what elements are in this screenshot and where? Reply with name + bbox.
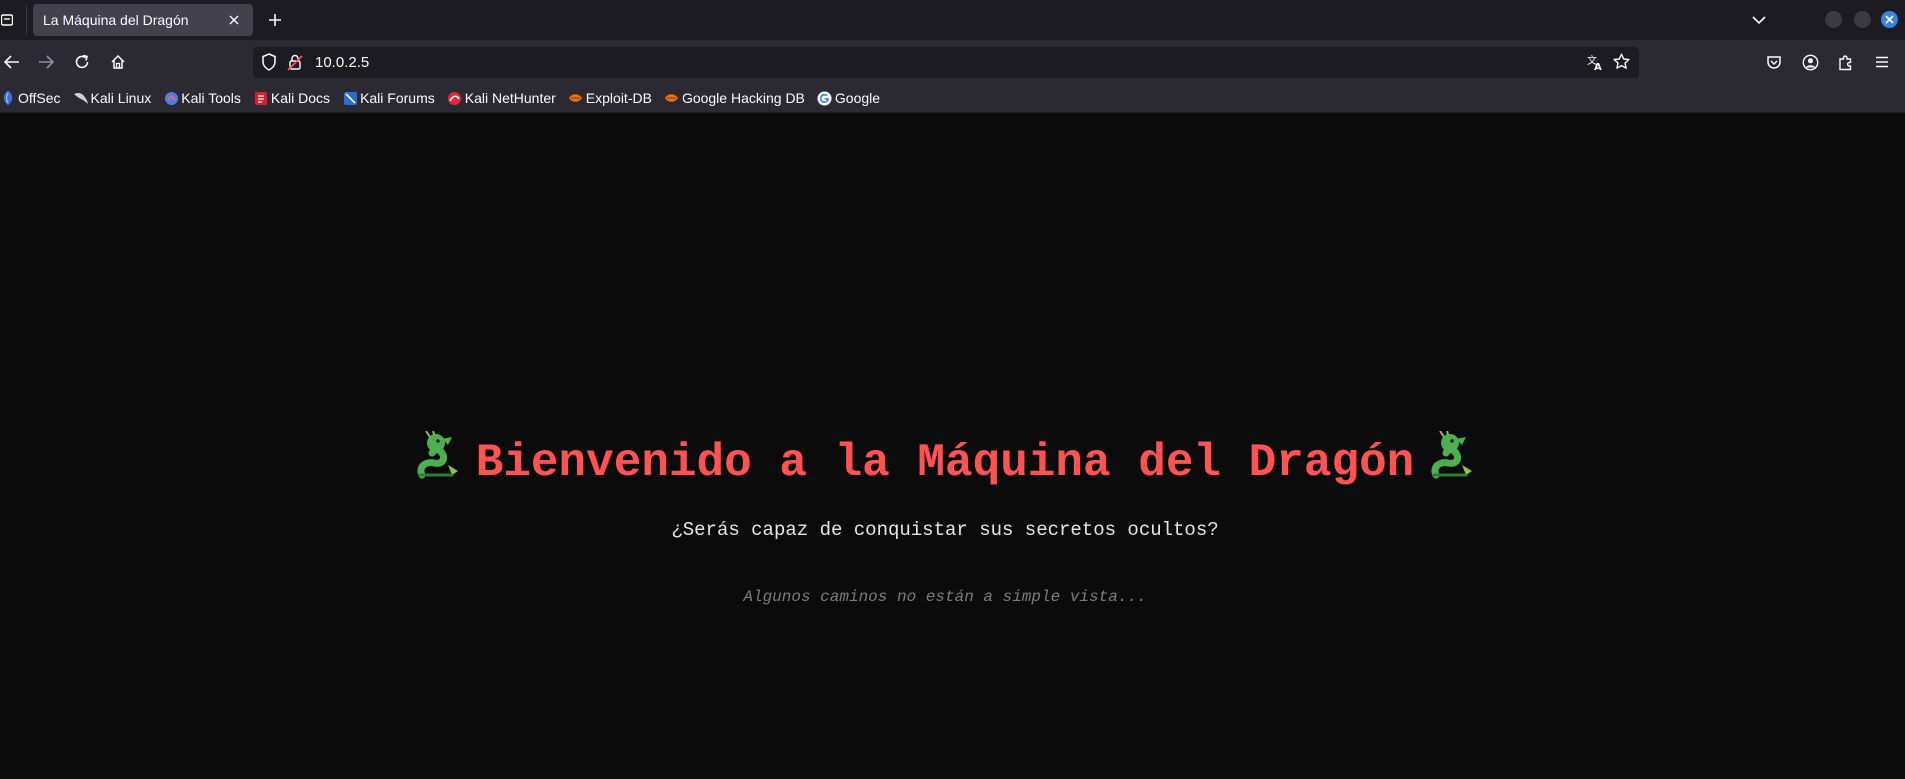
nethunter-icon <box>447 90 463 106</box>
bookmark-label: Kali Docs <box>270 90 331 106</box>
tab-separator <box>26 6 27 34</box>
dragon-icon <box>1426 429 1478 497</box>
bookmark-label: Google <box>834 90 881 106</box>
minimize-button[interactable] <box>1825 11 1842 28</box>
dragon-icon <box>412 429 464 497</box>
forward-arrow-icon[interactable] <box>34 50 58 74</box>
url-text[interactable]: 10.0.2.5 <box>315 54 369 71</box>
bookmark-google-hacking-db[interactable]: Google Hacking DB <box>664 86 810 110</box>
bookmark-label: Kali Forums <box>360 90 435 106</box>
lock-warning-icon[interactable] <box>287 53 303 76</box>
page-heading-text: Bienvenido a la Máquina del Dragón <box>475 437 1415 489</box>
bookmark-google[interactable]: Google <box>817 86 885 110</box>
bookmark-kali-tools[interactable]: Kali Tools <box>163 86 246 110</box>
shield-icon[interactable] <box>261 53 277 76</box>
kali-tools-icon <box>163 90 179 106</box>
bookmark-kali-docs[interactable]: Kali Docs <box>253 86 335 110</box>
bookmark-label: Google Hacking DB <box>681 90 805 106</box>
new-tab-button[interactable] <box>264 9 286 31</box>
translate-icon[interactable]: 文A <box>1586 53 1604 76</box>
reload-icon[interactable] <box>70 50 94 74</box>
url-bar[interactable]: 10.0.2.5 文A <box>253 47 1639 78</box>
bookmark-offsec[interactable]: OffSec <box>0 86 66 110</box>
menu-icon[interactable] <box>1870 50 1894 74</box>
bookmark-label: OffSec <box>18 90 61 106</box>
bookmark-label: Kali Tools <box>181 90 241 106</box>
hidden-path-hint: Algunos caminos no están a simple vista.… <box>743 588 1147 606</box>
bookmark-kali-forums[interactable]: Kali Forums <box>342 86 440 110</box>
list-all-tabs-button[interactable] <box>1748 9 1770 31</box>
account-icon[interactable] <box>1798 50 1822 74</box>
back-arrow-icon[interactable] <box>0 50 24 74</box>
bookmark-kali-nethunter[interactable]: Kali NetHunter <box>447 86 561 110</box>
bookmark-kali-linux[interactable]: Kali Linux <box>73 86 157 110</box>
maximize-button[interactable] <box>1854 11 1871 28</box>
bookmarks-toolbar: OffSec Kali Linux Kali Tools Kali Docs K… <box>0 84 1905 113</box>
tab-title: La Máquina del Dragón <box>43 12 189 28</box>
google-icon <box>817 90 833 106</box>
window-close-button[interactable] <box>1881 11 1898 28</box>
chevron-down-icon <box>1752 15 1766 24</box>
active-tab[interactable]: La Máquina del Dragón <box>33 4 253 36</box>
close-icon <box>1885 15 1894 24</box>
ghdb-icon <box>664 90 680 106</box>
bookmark-exploit-db[interactable]: Exploit-DB <box>568 86 657 110</box>
page-content: Bienvenido a la Máquina del Dragón ¿Será… <box>0 113 1905 779</box>
tab-strip: La Máquina del Dragón <box>0 0 1905 40</box>
bookmark-label: Kali Linux <box>90 90 152 106</box>
kali-dragon-icon <box>73 90 89 106</box>
page-subtitle: ¿Serás capaz de conquistar sus secretos … <box>671 519 1219 541</box>
home-icon[interactable] <box>106 50 130 74</box>
svg-text:A: A <box>1594 62 1602 71</box>
star-icon[interactable] <box>1613 53 1630 75</box>
kali-forums-icon <box>342 90 358 106</box>
bookmark-label: Kali NetHunter <box>464 90 556 106</box>
navigation-toolbar: 10.0.2.5 文A <box>0 40 1905 84</box>
tab-list-icon[interactable] <box>0 10 14 30</box>
page-heading: Bienvenido a la Máquina del Dragón <box>0 429 1890 497</box>
kali-docs-icon <box>253 90 269 106</box>
exploit-db-icon <box>568 90 584 106</box>
close-icon[interactable] <box>225 11 243 29</box>
offsec-icon <box>0 90 16 106</box>
bookmark-label: Exploit-DB <box>585 90 652 106</box>
extensions-icon[interactable] <box>1834 50 1858 74</box>
pocket-icon[interactable] <box>1762 50 1786 74</box>
plus-icon <box>269 14 281 26</box>
